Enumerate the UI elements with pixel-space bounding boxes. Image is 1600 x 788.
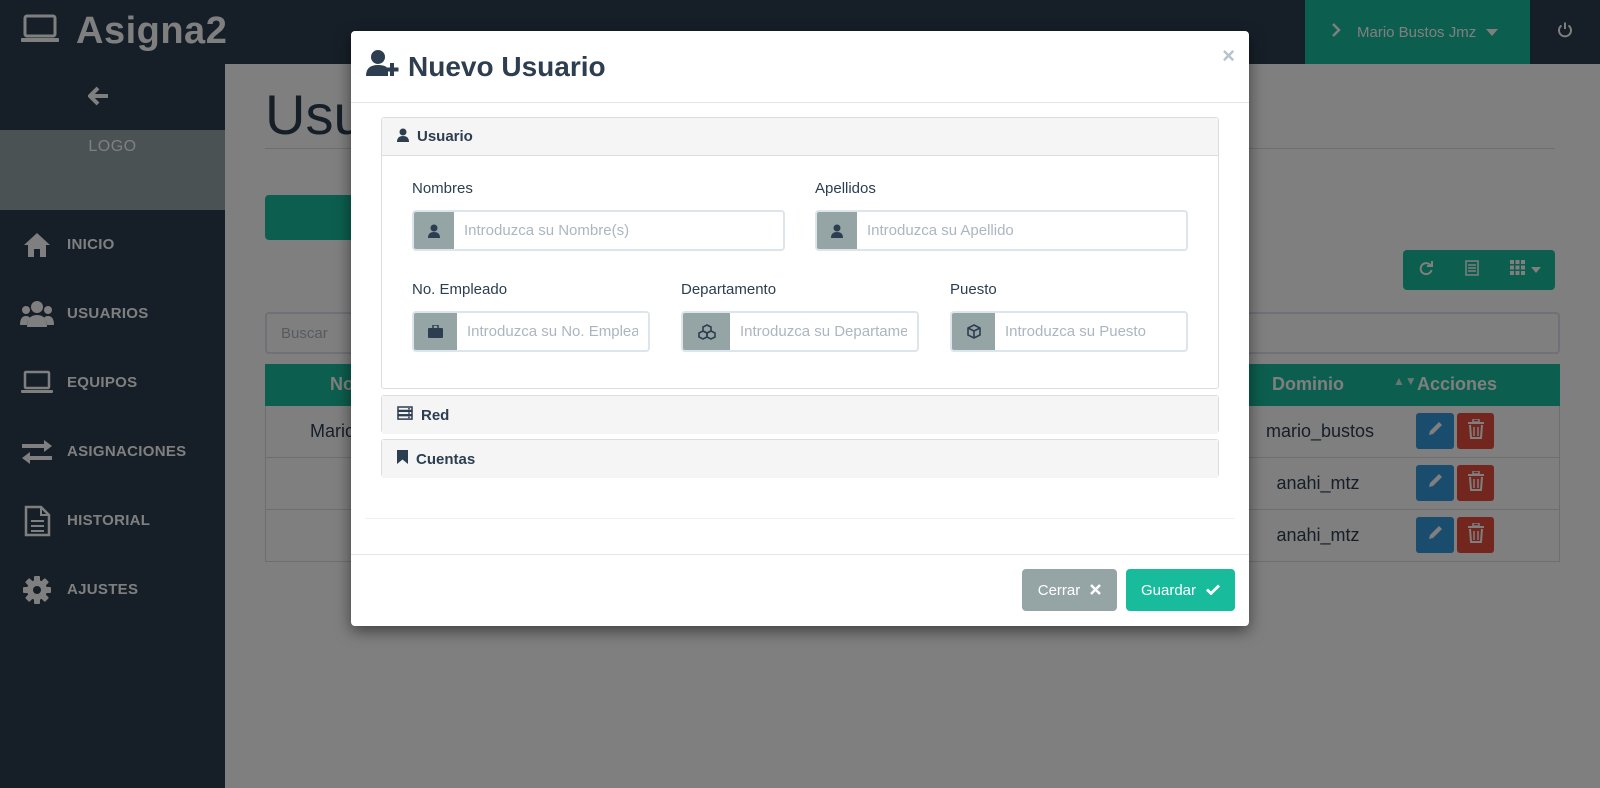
cube-icon xyxy=(952,313,995,350)
modal-footer: Cerrar Guardar xyxy=(351,554,1249,626)
panel-title: Usuario xyxy=(417,128,473,145)
departamento-input-group xyxy=(681,311,919,352)
panel-usuario: Usuario Nombres Apellidos No. Empleado D… xyxy=(381,117,1219,389)
check-icon xyxy=(1206,582,1221,599)
nombres-input-group xyxy=(412,210,785,251)
panel-heading-red[interactable]: Red xyxy=(382,396,1218,434)
empleado-input[interactable] xyxy=(457,313,648,350)
user-icon xyxy=(397,128,409,146)
button-label: Cerrar xyxy=(1037,581,1081,599)
panel-red: Red xyxy=(381,395,1219,434)
apellidos-input[interactable] xyxy=(857,212,1186,249)
cerrar-button[interactable]: Cerrar xyxy=(1022,569,1117,611)
puesto-label: Puesto xyxy=(950,281,997,298)
guardar-button[interactable]: Guardar xyxy=(1126,569,1235,611)
departamento-label: Departamento xyxy=(681,281,777,298)
panel-title: Red xyxy=(421,406,450,424)
modal-title: Nuevo Usuario xyxy=(366,49,606,84)
puesto-input[interactable] xyxy=(995,313,1186,350)
panel-cuentas: Cuentas xyxy=(381,439,1219,478)
new-user-modal: Nuevo Usuario × Usuario Nombres Apellido… xyxy=(351,31,1249,626)
departamento-input[interactable] xyxy=(730,313,917,350)
apellidos-input-group xyxy=(815,210,1188,251)
modal-title-text: Nuevo Usuario xyxy=(408,50,606,82)
button-label: Guardar xyxy=(1140,581,1197,599)
empleado-label: No. Empleado xyxy=(412,281,508,298)
user-icon xyxy=(414,212,454,249)
server-icon xyxy=(397,406,413,424)
modal-header: Nuevo Usuario × xyxy=(351,31,1249,103)
divider xyxy=(366,518,1234,519)
apellidos-label: Apellidos xyxy=(815,180,876,197)
panel-heading-cuentas[interactable]: Cuentas xyxy=(382,440,1218,478)
close-icon[interactable]: × xyxy=(1222,43,1235,69)
empleado-input-group xyxy=(412,311,650,352)
nombres-label: Nombres xyxy=(412,180,473,197)
panel-title: Cuentas xyxy=(416,450,476,468)
cubes-icon xyxy=(683,313,730,350)
bookmark-icon xyxy=(397,450,408,468)
panel-heading-usuario[interactable]: Usuario xyxy=(382,118,1218,156)
user-icon xyxy=(817,212,857,249)
close-icon xyxy=(1090,582,1102,599)
puesto-input-group xyxy=(950,311,1188,352)
user-plus-icon xyxy=(366,49,400,84)
briefcase-icon xyxy=(414,313,457,350)
nombres-input[interactable] xyxy=(454,212,783,249)
